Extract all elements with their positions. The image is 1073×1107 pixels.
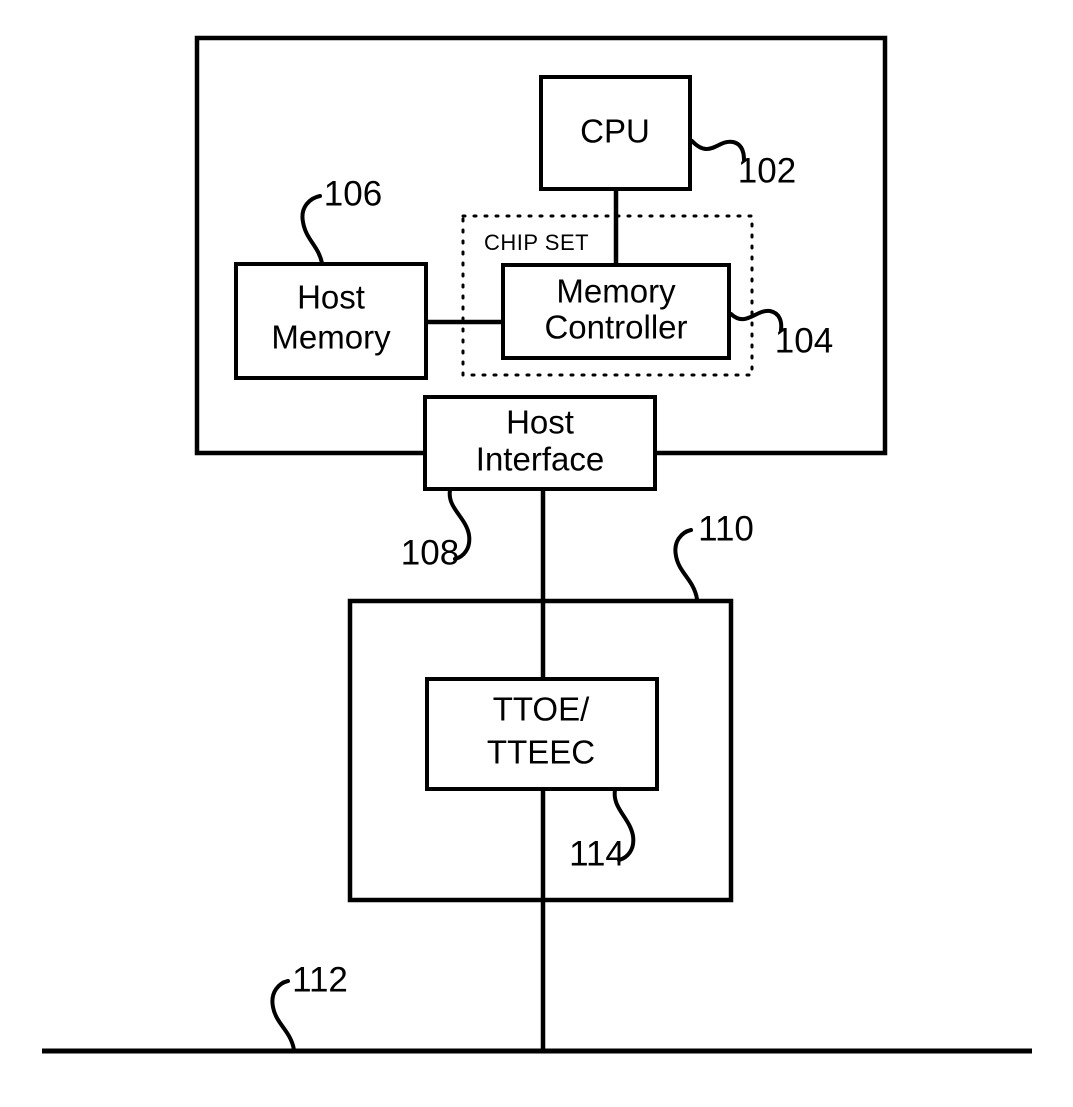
ref-numeral-memory-controller: 104 xyxy=(775,321,833,360)
memory-controller-label-line2: Controller xyxy=(544,309,687,346)
ref-numeral-network: 112 xyxy=(292,960,348,999)
host-interface-label-line1: Host xyxy=(506,404,574,441)
ref-numeral-host-memory: 106 xyxy=(324,174,382,213)
ref-numeral-cpu: 102 xyxy=(738,151,796,190)
host-interface-label-line2: Interface xyxy=(476,441,604,478)
leader-line-nic xyxy=(673,528,699,601)
ttoe-tteec-label-line1: TTOE/ xyxy=(493,691,590,728)
leader-line-cpu xyxy=(690,139,746,162)
figure-canvas: CHIP SET CPU 102 Memory Controller 104 H… xyxy=(42,35,1032,1054)
cpu-label: CPU xyxy=(580,113,650,150)
ref-numeral-ttoe: 114 xyxy=(569,834,625,873)
chipset-label: CHIP SET xyxy=(484,230,589,255)
ttoe-tteec-label-line2: TTEEC xyxy=(487,734,595,771)
ref-numeral-host-interface: 108 xyxy=(401,533,459,572)
memory-controller-label-line1: Memory xyxy=(556,273,676,310)
leader-line-network xyxy=(270,979,296,1052)
leader-line-memory-controller xyxy=(729,308,784,332)
ref-numeral-nic: 110 xyxy=(698,509,754,548)
host-memory-label-line2: Memory xyxy=(271,319,391,356)
host-memory-label-line1: Host xyxy=(297,279,365,316)
patent-figure-diagram: CHIP SET CPU 102 Memory Controller 104 H… xyxy=(0,0,1073,1107)
leader-line-host-memory xyxy=(300,194,324,265)
